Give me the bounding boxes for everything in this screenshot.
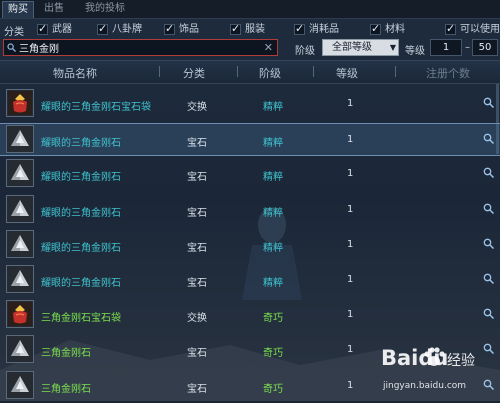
- item-level: 1: [347, 344, 354, 356]
- item-level: 1: [347, 168, 354, 180]
- item-name[interactable]: 耀眼的三角金刚石: [41, 239, 121, 254]
- level-filter-label: 等级: [405, 46, 425, 57]
- table-header: 物品名称 分类 阶级 等级 注册个数: [0, 60, 500, 84]
- checkbox-checked-icon[interactable]: [370, 22, 381, 36]
- diamond-gem-icon[interactable]: [6, 125, 34, 154]
- watermark-url: jingyan.baidu.com: [383, 381, 467, 391]
- checkbox-checked-icon[interactable]: [97, 22, 108, 36]
- gem-pouch-icon[interactable]: [6, 89, 34, 117]
- column-divider: [237, 66, 238, 77]
- table-row[interactable]: 耀眼的三角金刚石 宝石 精粹 1: [0, 123, 500, 157]
- item-category: 宝石: [187, 278, 207, 289]
- grade-filter-label: 阶级: [295, 46, 315, 57]
- item-grade: 精粹: [263, 242, 283, 254]
- diamond-gem-icon[interactable]: [6, 194, 34, 223]
- search-icon[interactable]: [483, 238, 494, 249]
- item-level: 1: [347, 309, 354, 321]
- grade-select-value: 全部等级: [332, 42, 372, 53]
- level-min-input[interactable]: 1: [430, 39, 462, 56]
- checkbox-checked-icon[interactable]: [230, 22, 241, 36]
- column-divider: [159, 66, 160, 77]
- item-level: 1: [347, 134, 354, 146]
- item-name[interactable]: 三角金刚石宝石袋: [41, 309, 121, 324]
- diamond-gem-icon[interactable]: [6, 229, 34, 258]
- column-grade[interactable]: 阶级: [259, 65, 281, 81]
- table-row[interactable]: 三角金刚石宝石袋 交换 奇巧 1: [0, 299, 500, 332]
- diamond-gem-icon[interactable]: [6, 159, 34, 188]
- search-icon[interactable]: [483, 97, 494, 108]
- item-level: 1: [347, 98, 354, 109]
- search-icon[interactable]: [483, 308, 494, 320]
- grade-select[interactable]: 全部等级 ▼: [322, 39, 399, 56]
- item-grade: 奇巧: [263, 313, 283, 325]
- item-name[interactable]: 三角金刚石: [41, 380, 91, 395]
- level-range-separator: –: [465, 42, 470, 53]
- table-row[interactable]: 耀眼的三角金刚石 宝石 精粹 1: [0, 158, 500, 191]
- item-category: 宝石: [187, 348, 207, 360]
- item-grade: 精粹: [263, 278, 283, 289]
- tab-my-bids[interactable]: 我的投标: [74, 1, 136, 17]
- diamond-gem-icon[interactable]: [6, 370, 34, 399]
- baidu-watermark: Baidu 经验 jingyan.baidu.com: [381, 344, 499, 399]
- item-grade: 奇巧: [263, 383, 283, 395]
- gem-pouch-icon[interactable]: [6, 300, 34, 329]
- table-row[interactable]: 耀眼的三角金刚石 宝石 精粹 1: [0, 194, 500, 227]
- checkbox-checked-icon[interactable]: [37, 22, 48, 36]
- item-category: 宝石: [187, 383, 207, 395]
- item-category: 交换: [187, 313, 207, 325]
- item-category: 宝石: [187, 207, 207, 219]
- item-level: 1: [347, 238, 354, 250]
- search-input[interactable]: [19, 40, 259, 55]
- item-grade: 精粹: [263, 207, 283, 219]
- item-name[interactable]: 耀眼的三角金刚石: [41, 134, 121, 149]
- item-category: 宝石: [187, 138, 207, 150]
- item-category: 宝石: [187, 242, 207, 254]
- item-grade: 精粹: [263, 138, 283, 150]
- watermark-suffix: 经验: [447, 353, 475, 369]
- item-level: 1: [347, 203, 354, 215]
- item-grade: 奇巧: [263, 348, 283, 360]
- item-name[interactable]: 耀眼的三角金刚石: [41, 204, 121, 219]
- column-divider: [395, 66, 396, 77]
- item-level: 1: [347, 379, 354, 391]
- item-grade: 精粹: [263, 172, 283, 184]
- clear-search-icon[interactable]: ✕: [264, 41, 273, 54]
- item-name[interactable]: 耀眼的三角金刚石宝石袋: [41, 98, 151, 113]
- category-filters: 分类 武器 八卦牌 饰品 服装 消耗品 材料 可以使用: [0, 21, 500, 39]
- item-grade: 精粹: [263, 102, 283, 113]
- tab-sell[interactable]: 出售: [38, 1, 70, 17]
- table-row[interactable]: 耀眼的三角金刚石宝石袋 交换 精粹 1: [0, 88, 500, 121]
- search-icon[interactable]: [483, 273, 494, 284]
- search-icon[interactable]: [483, 167, 494, 179]
- item-category: 交换: [187, 102, 207, 113]
- level-max-input[interactable]: 50: [472, 39, 498, 56]
- table-row[interactable]: 耀眼的三角金刚石 宝石 精粹 1: [0, 264, 500, 297]
- category-filter-label: 分类: [4, 27, 24, 38]
- column-divider: [313, 66, 314, 77]
- column-reg-count[interactable]: 注册个数: [426, 65, 470, 81]
- search-icon: [7, 43, 16, 52]
- paw-icon: [424, 347, 445, 366]
- checkbox-checked-icon[interactable]: [164, 22, 175, 36]
- column-name[interactable]: 物品名称: [53, 65, 97, 81]
- item-level: 1: [347, 274, 354, 285]
- checkbox-checked-icon[interactable]: [294, 22, 305, 36]
- column-category[interactable]: 分类: [183, 65, 205, 81]
- item-name[interactable]: 耀眼的三角金刚石: [41, 168, 121, 183]
- diamond-gem-icon[interactable]: [6, 265, 34, 293]
- tab-bar: 购买 出售 我的投标: [0, 0, 500, 19]
- search-icon[interactable]: [483, 203, 494, 214]
- item-name[interactable]: 三角金刚石: [41, 344, 91, 359]
- search-box[interactable]: ✕: [3, 39, 278, 56]
- item-name[interactable]: 耀眼的三角金刚石: [41, 274, 121, 289]
- chevron-down-icon: ▼: [389, 43, 396, 52]
- checkbox-unchecked-icon[interactable]: [445, 22, 456, 36]
- item-category: 宝石: [187, 172, 207, 184]
- tab-buy[interactable]: 购买: [2, 1, 34, 18]
- column-level[interactable]: 等级: [336, 65, 358, 81]
- table-row[interactable]: 耀眼的三角金刚石 宝石 精粹 1: [0, 229, 500, 262]
- diamond-gem-icon[interactable]: [6, 335, 34, 364]
- search-icon[interactable]: [483, 133, 494, 145]
